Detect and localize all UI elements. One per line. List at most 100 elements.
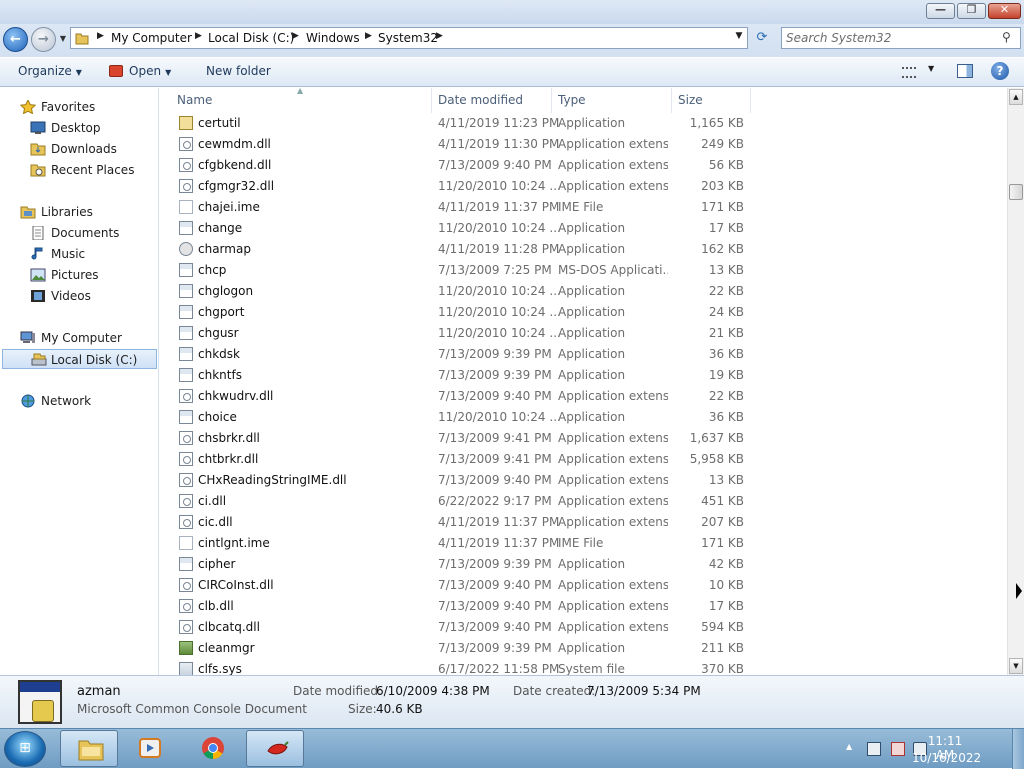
file-row[interactable]: chkdsk 7/13/2009 9:39 PM Application 36 KB [160,344,1006,365]
show-desktop-button[interactable] [1012,729,1024,769]
nav-favorites[interactable]: Favorites [0,97,157,117]
file-row[interactable]: chajei.ime 4/11/2019 11:37 PM IME File 171 … [160,197,1006,218]
minimize-button[interactable]: — [926,3,955,19]
file-row[interactable]: ci.dll 6/22/2022 9:17 PM Application exten… [160,491,1006,512]
address-dropdown-icon[interactable]: ▼ [733,31,745,41]
file-row[interactable]: chtbrkr.dll 7/13/2009 9:41 PM Application … [160,449,1006,470]
app-icon [179,347,193,361]
new-folder-button[interactable]: New folder [206,64,271,78]
close-button[interactable]: ✕ [988,3,1021,19]
nav-label: My Computer [41,331,122,345]
file-row[interactable]: certutil 4/11/2019 11:23 PM Application 1,1… [160,113,1006,134]
file-row[interactable]: clbcatq.dll 7/13/2009 9:40 PM Application … [160,617,1006,638]
taskbar-chrome[interactable] [183,730,241,767]
address-bar[interactable]: ▶ My Computer ▶ Local Disk (C:) ▶ Window… [70,27,748,49]
videos-icon [31,290,45,302]
scroll-thumb[interactable] [1009,184,1023,200]
nav-recent-places[interactable]: Recent Places [0,160,157,180]
file-size: 249 KB [701,137,744,151]
search-box[interactable]: ⚲ [781,27,1021,49]
maximize-button[interactable]: ❐ [957,3,986,19]
file-row[interactable]: chkwudrv.dll 7/13/2009 9:40 PM Application… [160,386,1006,407]
clock-date[interactable]: 10/16/2022 [912,751,981,765]
file-row[interactable]: cic.dll 4/11/2019 11:37 PM Application ext… [160,512,1006,533]
column-header-size[interactable]: Size [678,93,703,107]
nav-network[interactable]: Network [0,391,157,411]
column-divider[interactable] [551,88,552,113]
nav-music[interactable]: Music [0,244,157,264]
file-row[interactable]: cewmdm.dll 4/11/2019 11:30 PM Application … [160,134,1006,155]
help-icon[interactable]: ? [991,62,1009,80]
file-size: 211 KB [701,641,744,655]
back-button[interactable]: ← [3,27,28,52]
nav-documents[interactable]: Documents [0,223,157,243]
column-header-name[interactable]: Name [177,93,212,107]
view-options-dropdown-icon[interactable]: ▼ [928,64,934,73]
change-view-icon[interactable] [902,67,916,78]
nav-local-disk[interactable]: Local Disk (C:) [2,349,157,369]
taskbar-app-pepper[interactable] [246,730,304,767]
nav-pictures[interactable]: Pictures [0,265,157,285]
file-row[interactable]: choice 11/20/2010 10:24 ... Application 36 … [160,407,1006,428]
file-row[interactable]: clb.dll 7/13/2009 9:40 PM Application exte… [160,596,1006,617]
file-size: 19 KB [708,368,744,382]
organize-button[interactable]: Organize ▼ [18,64,82,78]
file-row[interactable]: charmap 4/11/2019 11:28 PM Application 162 … [160,239,1006,260]
title-bar[interactable]: — ❐ ✕ [0,0,1024,24]
column-header-type[interactable]: Type [558,93,586,107]
column-header-date-modified[interactable]: Date modified [438,93,523,107]
breadcrumb-separator-icon[interactable]: ▶ [365,31,372,41]
show-hidden-icons-icon[interactable]: ▲ [846,742,852,751]
search-input[interactable] [786,30,996,46]
breadcrumb-system32[interactable]: System32 [378,31,438,45]
scroll-down-icon[interactable]: ▼ [1009,658,1023,674]
taskbar-media-player[interactable] [120,730,178,767]
file-row[interactable]: chsbrkr.dll 7/13/2009 9:41 PM Application … [160,428,1006,449]
breadcrumb-my-computer[interactable]: My Computer [111,31,192,45]
action-center-icon[interactable] [891,742,905,756]
file-row[interactable]: change 11/20/2010 10:24 ... Application 17 … [160,218,1006,239]
breadcrumb-separator-icon[interactable]: ▶ [97,31,104,41]
file-row[interactable]: cfgmgr32.dll 11/20/2010 10:24 ... Applicat… [160,176,1006,197]
breadcrumb-separator-icon[interactable]: ▶ [292,31,299,41]
taskbar-explorer[interactable] [60,730,118,767]
file-row[interactable]: chcp 7/13/2009 7:25 PM MS-DOS Applicati...… [160,260,1006,281]
breadcrumb-local-disk[interactable]: Local Disk (C:) [208,31,294,45]
file-row[interactable]: clfs.sys 6/17/2022 11:58 PM System file 370… [160,659,1006,675]
file-row[interactable]: chgport 11/20/2010 10:24 ... Application 24… [160,302,1006,323]
nav-videos[interactable]: Videos [0,286,157,306]
file-date-modified: 7/13/2009 9:40 PM [438,473,552,487]
nav-desktop[interactable]: Desktop [0,118,157,138]
file-row[interactable]: cintlgnt.ime 4/11/2019 11:37 PM IME File 17… [160,533,1006,554]
breadcrumb-windows[interactable]: Windows [306,31,360,45]
nav-libraries[interactable]: Libraries [0,202,157,222]
file-row[interactable]: CIRCoInst.dll 7/13/2009 9:40 PM Applicatio… [160,575,1006,596]
open-button[interactable]: Open ▼ [109,64,171,78]
breadcrumb-separator-icon[interactable]: ▶ [436,31,443,41]
search-icon[interactable]: ⚲ [1002,30,1018,46]
file-row[interactable]: cipher 7/13/2009 9:39 PM Application 42 KB [160,554,1006,575]
file-row[interactable]: cfgbkend.dll 7/13/2009 9:40 PM Application… [160,155,1006,176]
preview-pane-icon[interactable] [957,64,973,78]
breadcrumb-separator-icon[interactable]: ▶ [195,31,202,41]
file-date-modified: 7/13/2009 9:40 PM [438,389,552,403]
file-row[interactable]: chglogon 11/20/2010 10:24 ... Application 2… [160,281,1006,302]
column-divider[interactable] [671,88,672,113]
details-date-modified-value: 6/10/2009 4:38 PM [376,684,490,698]
refresh-icon[interactable]: ⟳ [751,27,773,49]
nav-downloads[interactable]: Downloads [0,139,157,159]
file-type: Application extens... [558,578,668,592]
file-row[interactable]: chgusr 11/20/2010 10:24 ... Application 21 … [160,323,1006,344]
scroll-up-icon[interactable]: ▲ [1009,89,1023,105]
start-button[interactable]: ⊞ [4,731,46,767]
file-size: 5,958 KB [689,452,744,466]
file-row[interactable]: CHxReadingStringIME.dll 7/13/2009 9:40 PM… [160,470,1006,491]
nav-my-computer[interactable]: My Computer [0,328,157,348]
forward-button[interactable]: → [31,27,56,52]
recent-pages-dropdown-icon[interactable]: ▼ [58,32,68,46]
file-row[interactable]: cleanmgr 7/13/2009 9:39 PM Application 211 … [160,638,1006,659]
network-tray-icon[interactable] [867,742,881,756]
column-divider[interactable] [750,88,751,113]
file-row[interactable]: chkntfs 7/13/2009 9:39 PM Application 19 KB [160,365,1006,386]
column-divider[interactable] [431,88,432,113]
